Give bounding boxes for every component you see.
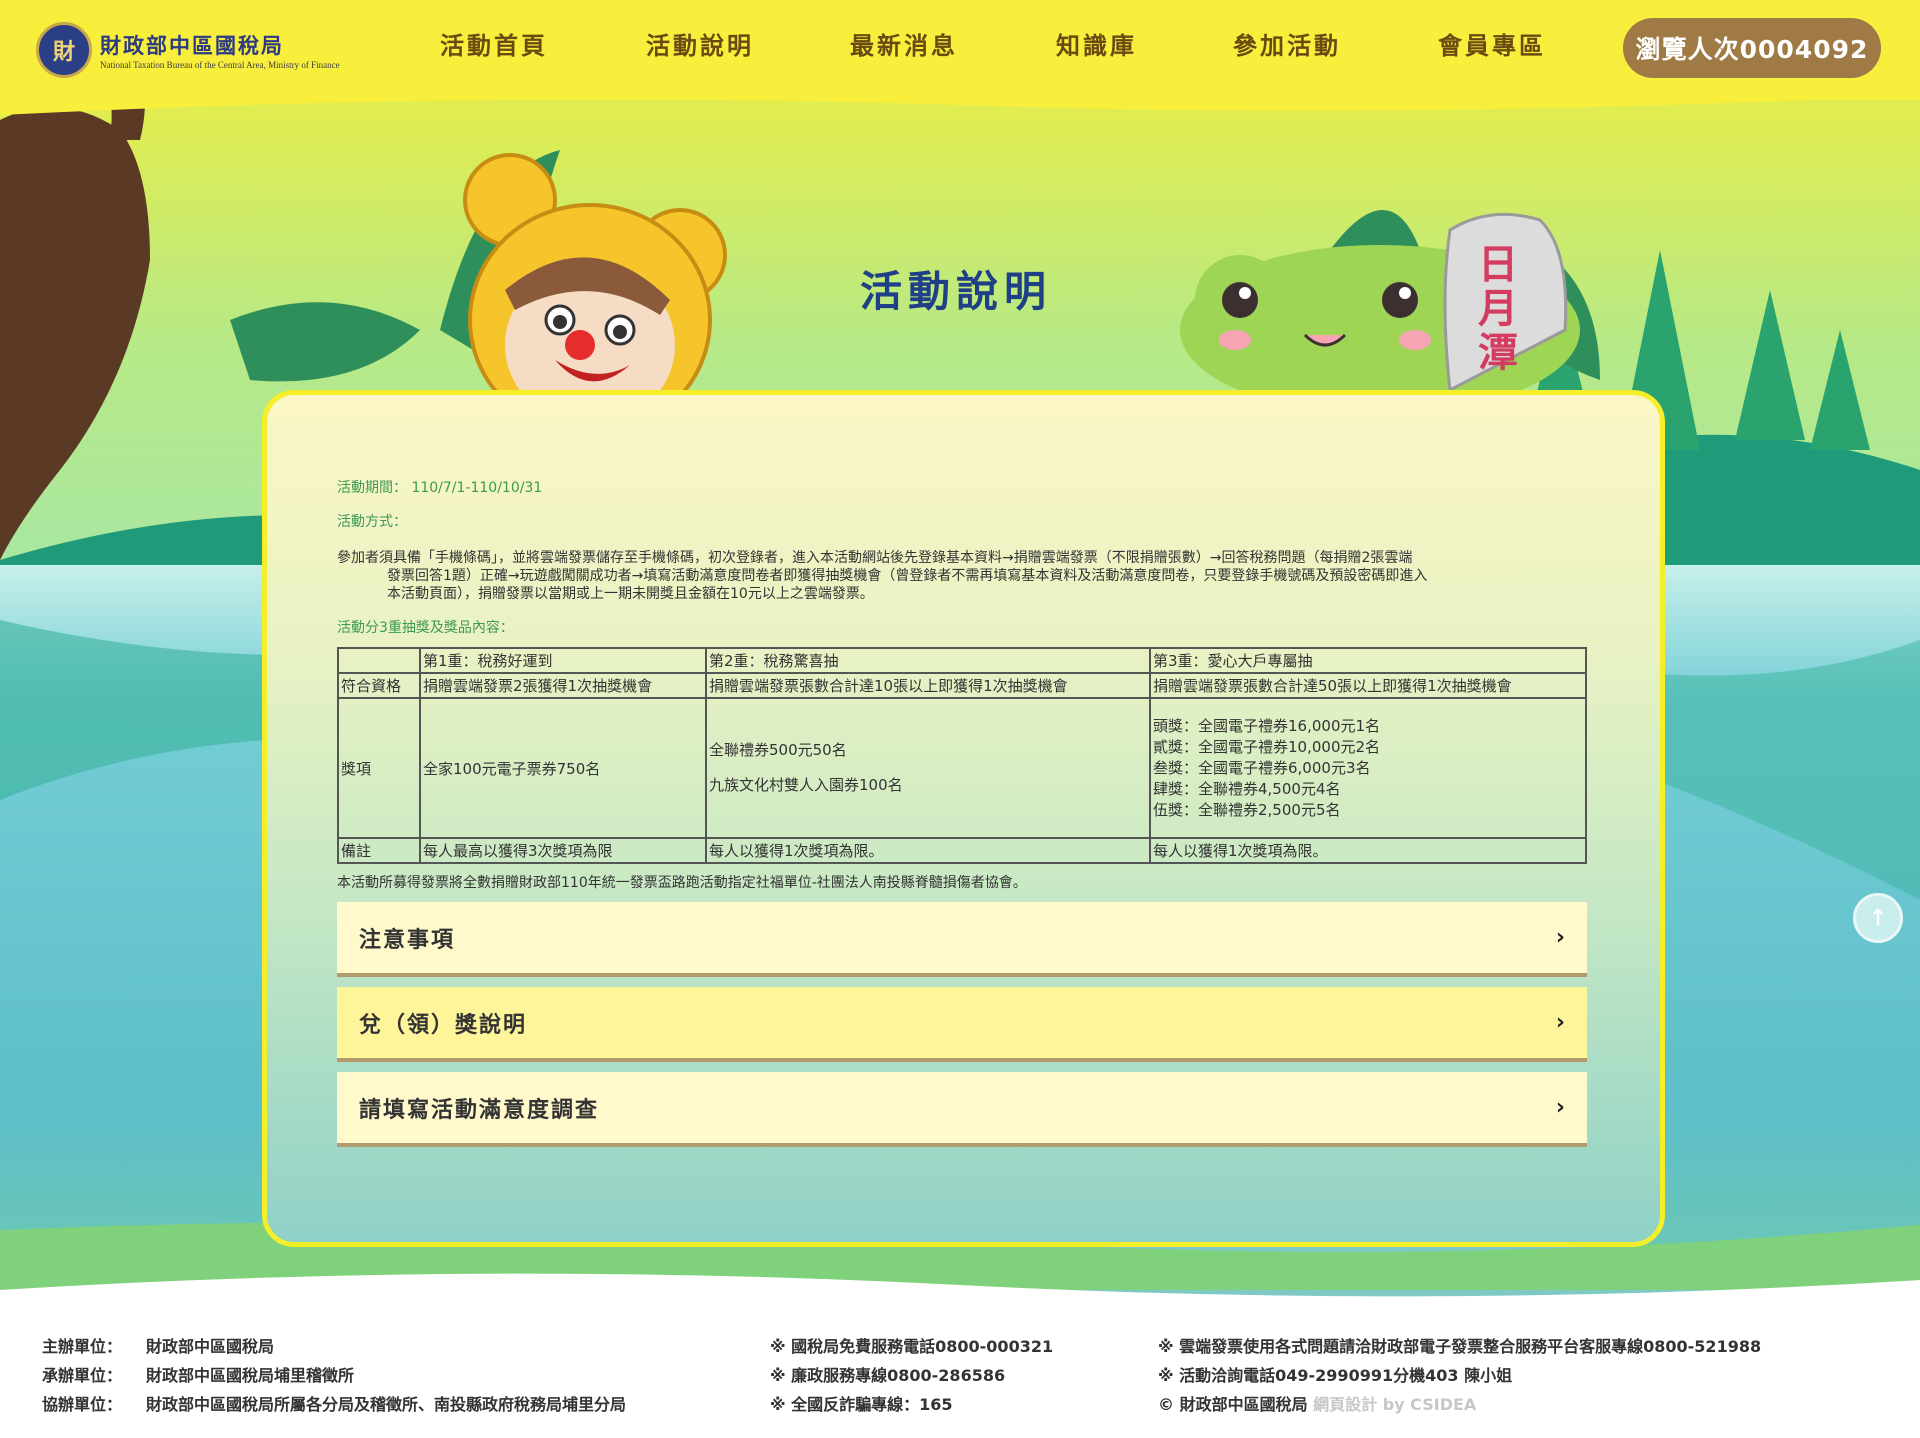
eligibility-row: 符合資格 捐贈雲端發票2張獲得1次抽獎機會 捐贈雲端發票張數合計達10張以上即獲…	[337, 672, 1587, 699]
tier3-prize-2: 貳獎：全國電子禮券10,000元2名	[1153, 737, 1381, 756]
tier2-prize-2: 九族文化村雙人入園券100名	[709, 776, 903, 794]
nav-knowledge-base[interactable]: 知識庫	[1056, 26, 1137, 61]
method-line-2: 發票回答1題）正確→玩遊戲闖關成功者→填寫活動滿意度問卷者即獲得抽獎機會（曾登錄…	[387, 568, 1428, 584]
chevron-right-icon: ›	[1555, 925, 1565, 950]
method-description: 參加者須具備「手機條碼」，並將雲端發票儲存至手機條碼，初次登錄者，進入本活動網站…	[337, 549, 1587, 603]
stone-text-2: 月	[1478, 286, 1518, 332]
stone-text-1: 日	[1478, 242, 1518, 288]
tier2-eligibility: 捐贈雲端發票張數合計達10張以上即獲得1次抽獎機會	[705, 672, 1151, 699]
footer-hotline: ※ 廉政服務專線0800-286586	[770, 1366, 1006, 1385]
nav-join-activity[interactable]: 參加活動	[1233, 26, 1341, 61]
prize-row: 獎項 全家100元電子票券750名 全聯禮券500元50名 九族文化村雙人入園券…	[337, 697, 1587, 839]
bureau-emblem-icon: 財	[36, 22, 92, 78]
footer-value: 財政部中區國稅局所屬各分局及稽徵所、南投縣政府稅務局埔里分局	[146, 1395, 627, 1414]
footer-value: 財政部中區國稅局	[146, 1337, 275, 1356]
tier3-prize-4: 肆獎：全聯禮券4,500元4名	[1153, 779, 1341, 798]
copyright: © 財政部中區國稅局	[1158, 1395, 1308, 1414]
footer-contacts: ※ 雲端發票使用各式問題請洽財政部電子發票整合服務平台客服專線0800-5219…	[1158, 1332, 1761, 1419]
accordion-notice-label: 注意事項	[359, 927, 456, 953]
chevron-right-icon: ›	[1555, 1095, 1565, 1120]
table-cell	[337, 647, 421, 674]
table-header-row: 第1重：稅務好運到 第2重：稅務驚喜抽 第3重：愛心大戶專屬抽	[337, 647, 1587, 674]
top-header: 財 財政部中區國稅局 National Taxation Bureau of t…	[0, 0, 1920, 115]
design-credit-link[interactable]: 網頁設計 by CSIDEA	[1313, 1395, 1476, 1414]
accordion-survey[interactable]: 請填寫活動滿意度調查 ›	[337, 1072, 1587, 1147]
eligibility-label: 符合資格	[337, 672, 421, 699]
stone-text-3: 潭	[1478, 330, 1518, 376]
tier2-prize-1: 全聯禮券500元50名	[709, 741, 847, 759]
donation-note: 本活動所募得發票將全數捐贈財政部110年統一發票盃路跑活動指定社福單位-社團法人…	[337, 875, 1027, 891]
footer-copyright-row: © 財政部中區國稅局 網頁設計 by CSIDEA	[1158, 1390, 1761, 1419]
period-row: 活動期間： 110/7/1-110/10/31	[337, 479, 1587, 497]
tier3-prize-5: 伍獎：全聯禮券2,500元5名	[1153, 800, 1341, 819]
tier3-remark: 每人以獲得1次獎項為限。	[1149, 837, 1587, 864]
accordion-redeem-label: 兌（領）獎說明	[359, 1012, 528, 1038]
method-label: 活動方式：	[337, 514, 407, 530]
prize-label: 獎項	[337, 697, 421, 839]
tier1-prize: 全家100元電子票券750名	[419, 697, 707, 839]
footer-organizer-row: 承辦單位： 財政部中區國稅局埔里稽徵所	[42, 1361, 626, 1390]
footer-organizer-row: 主辦單位： 財政部中區國稅局	[42, 1332, 626, 1361]
footer-hotline: ※ 國稅局免費服務電話0800-000321	[770, 1337, 1054, 1356]
tier1-remark: 每人最高以獲得3次獎項為限	[419, 837, 707, 864]
tier3-prize-3: 叁獎：全國電子禮券6,000元3名	[1153, 758, 1371, 777]
tier1-header: 第1重：稅務好運到	[419, 647, 707, 674]
tier1-eligibility: 捐贈雲端發票2張獲得1次抽獎機會	[419, 672, 707, 699]
footer-contact: ※ 活動洽詢電話049-2990991分機403 陳小姐	[1158, 1366, 1513, 1385]
header-wave	[0, 70, 1920, 115]
footer-hotlines: ※ 國稅局免費服務電話0800-000321 ※ 廉政服務專線0800-2865…	[770, 1332, 1053, 1419]
method-line-3: 本活動頁面），捐贈發票以當期或上一期未開獎且金額在10元以上之雲端發票。	[387, 586, 874, 602]
footer-organizer-row: 協辦單位： 財政部中區國稅局所屬各分局及稽徵所、南投縣政府稅務局埔里分局	[42, 1390, 626, 1419]
footer-hotline: ※ 全國反詐騙專線：165	[770, 1395, 953, 1414]
accordion-notice[interactable]: 注意事項 ›	[337, 902, 1587, 977]
page-title: 活動說明	[860, 267, 1053, 316]
period-value: 110/7/1-110/10/31	[411, 480, 543, 496]
footer-organizers: 主辦單位： 財政部中區國稅局 承辦單位： 財政部中區國稅局埔里稽徵所 協辦單位： 財政…	[42, 1332, 626, 1419]
period-label: 活動期間：	[337, 480, 407, 496]
accordion-redeem[interactable]: 兌（領）獎說明 ›	[337, 987, 1587, 1062]
prizes-label: 活動分3重抽獎及獎品內容：	[337, 620, 514, 636]
footer-value: 財政部中區國稅局埔里稽徵所	[146, 1366, 355, 1385]
tier2-remark: 每人以獲得1次獎項為限。	[705, 837, 1151, 864]
remarks-label: 備註	[337, 837, 421, 864]
footer-label: 主辦單位：	[42, 1337, 123, 1356]
tier3-prize-1: 頭獎：全國電子禮券16,000元1名	[1153, 716, 1381, 735]
tier3-eligibility: 捐贈雲端發票張數合計達50張以上即獲得1次抽獎機會	[1149, 672, 1587, 699]
nav-member-zone[interactable]: 會員專區	[1438, 26, 1546, 61]
footer-label: 協辦單位：	[42, 1395, 123, 1414]
method-line-1: 參加者須具備「手機條碼」，並將雲端發票儲存至手機條碼，初次登錄者，進入本活動網站…	[337, 550, 1413, 566]
nav-activity-home[interactable]: 活動首頁	[440, 26, 548, 61]
scroll-to-top-button[interactable]: ↑	[1853, 893, 1903, 943]
tier2-prizes: 全聯禮券500元50名 九族文化村雙人入園券100名	[705, 697, 1151, 839]
footer-label: 承辦單位：	[42, 1366, 123, 1385]
chevron-right-icon: ›	[1555, 1010, 1565, 1035]
tier3-header: 第3重：愛心大戶專屬抽	[1149, 647, 1587, 674]
visitor-count-badge: 瀏覽人次0004092	[1623, 18, 1881, 78]
site-logo[interactable]: 財 財政部中區國稅局 National Taxation Bureau of t…	[36, 22, 340, 78]
logo-title: 財政部中區國稅局	[100, 34, 284, 58]
remarks-row: 備註 每人最高以獲得3次獎項為限 每人以獲得1次獎項為限。 每人以獲得1次獎項為…	[337, 837, 1587, 864]
arrow-up-icon: ↑	[1868, 905, 1888, 931]
tier2-header: 第2重：稅務驚喜抽	[705, 647, 1151, 674]
nav-activity-description[interactable]: 活動說明	[646, 26, 754, 61]
footer-contact: ※ 雲端發票使用各式問題請洽財政部電子發票整合服務平台客服專線0800-5219…	[1158, 1337, 1762, 1356]
content-card: 活動期間： 110/7/1-110/10/31 活動方式： 參加者須具備「手機條…	[262, 390, 1665, 1247]
logo-subtitle: National Taxation Bureau of the Central …	[100, 60, 340, 70]
nav-latest-news[interactable]: 最新消息	[850, 26, 958, 61]
prize-table: 第1重：稅務好運到 第2重：稅務驚喜抽 第3重：愛心大戶專屬抽 符合資格 捐贈雲…	[337, 647, 1587, 864]
accordion-survey-label: 請填寫活動滿意度調查	[359, 1097, 600, 1123]
tier3-prizes: 頭獎：全國電子禮券16,000元1名 貳獎：全國電子禮券10,000元2名 叁獎…	[1149, 697, 1587, 839]
